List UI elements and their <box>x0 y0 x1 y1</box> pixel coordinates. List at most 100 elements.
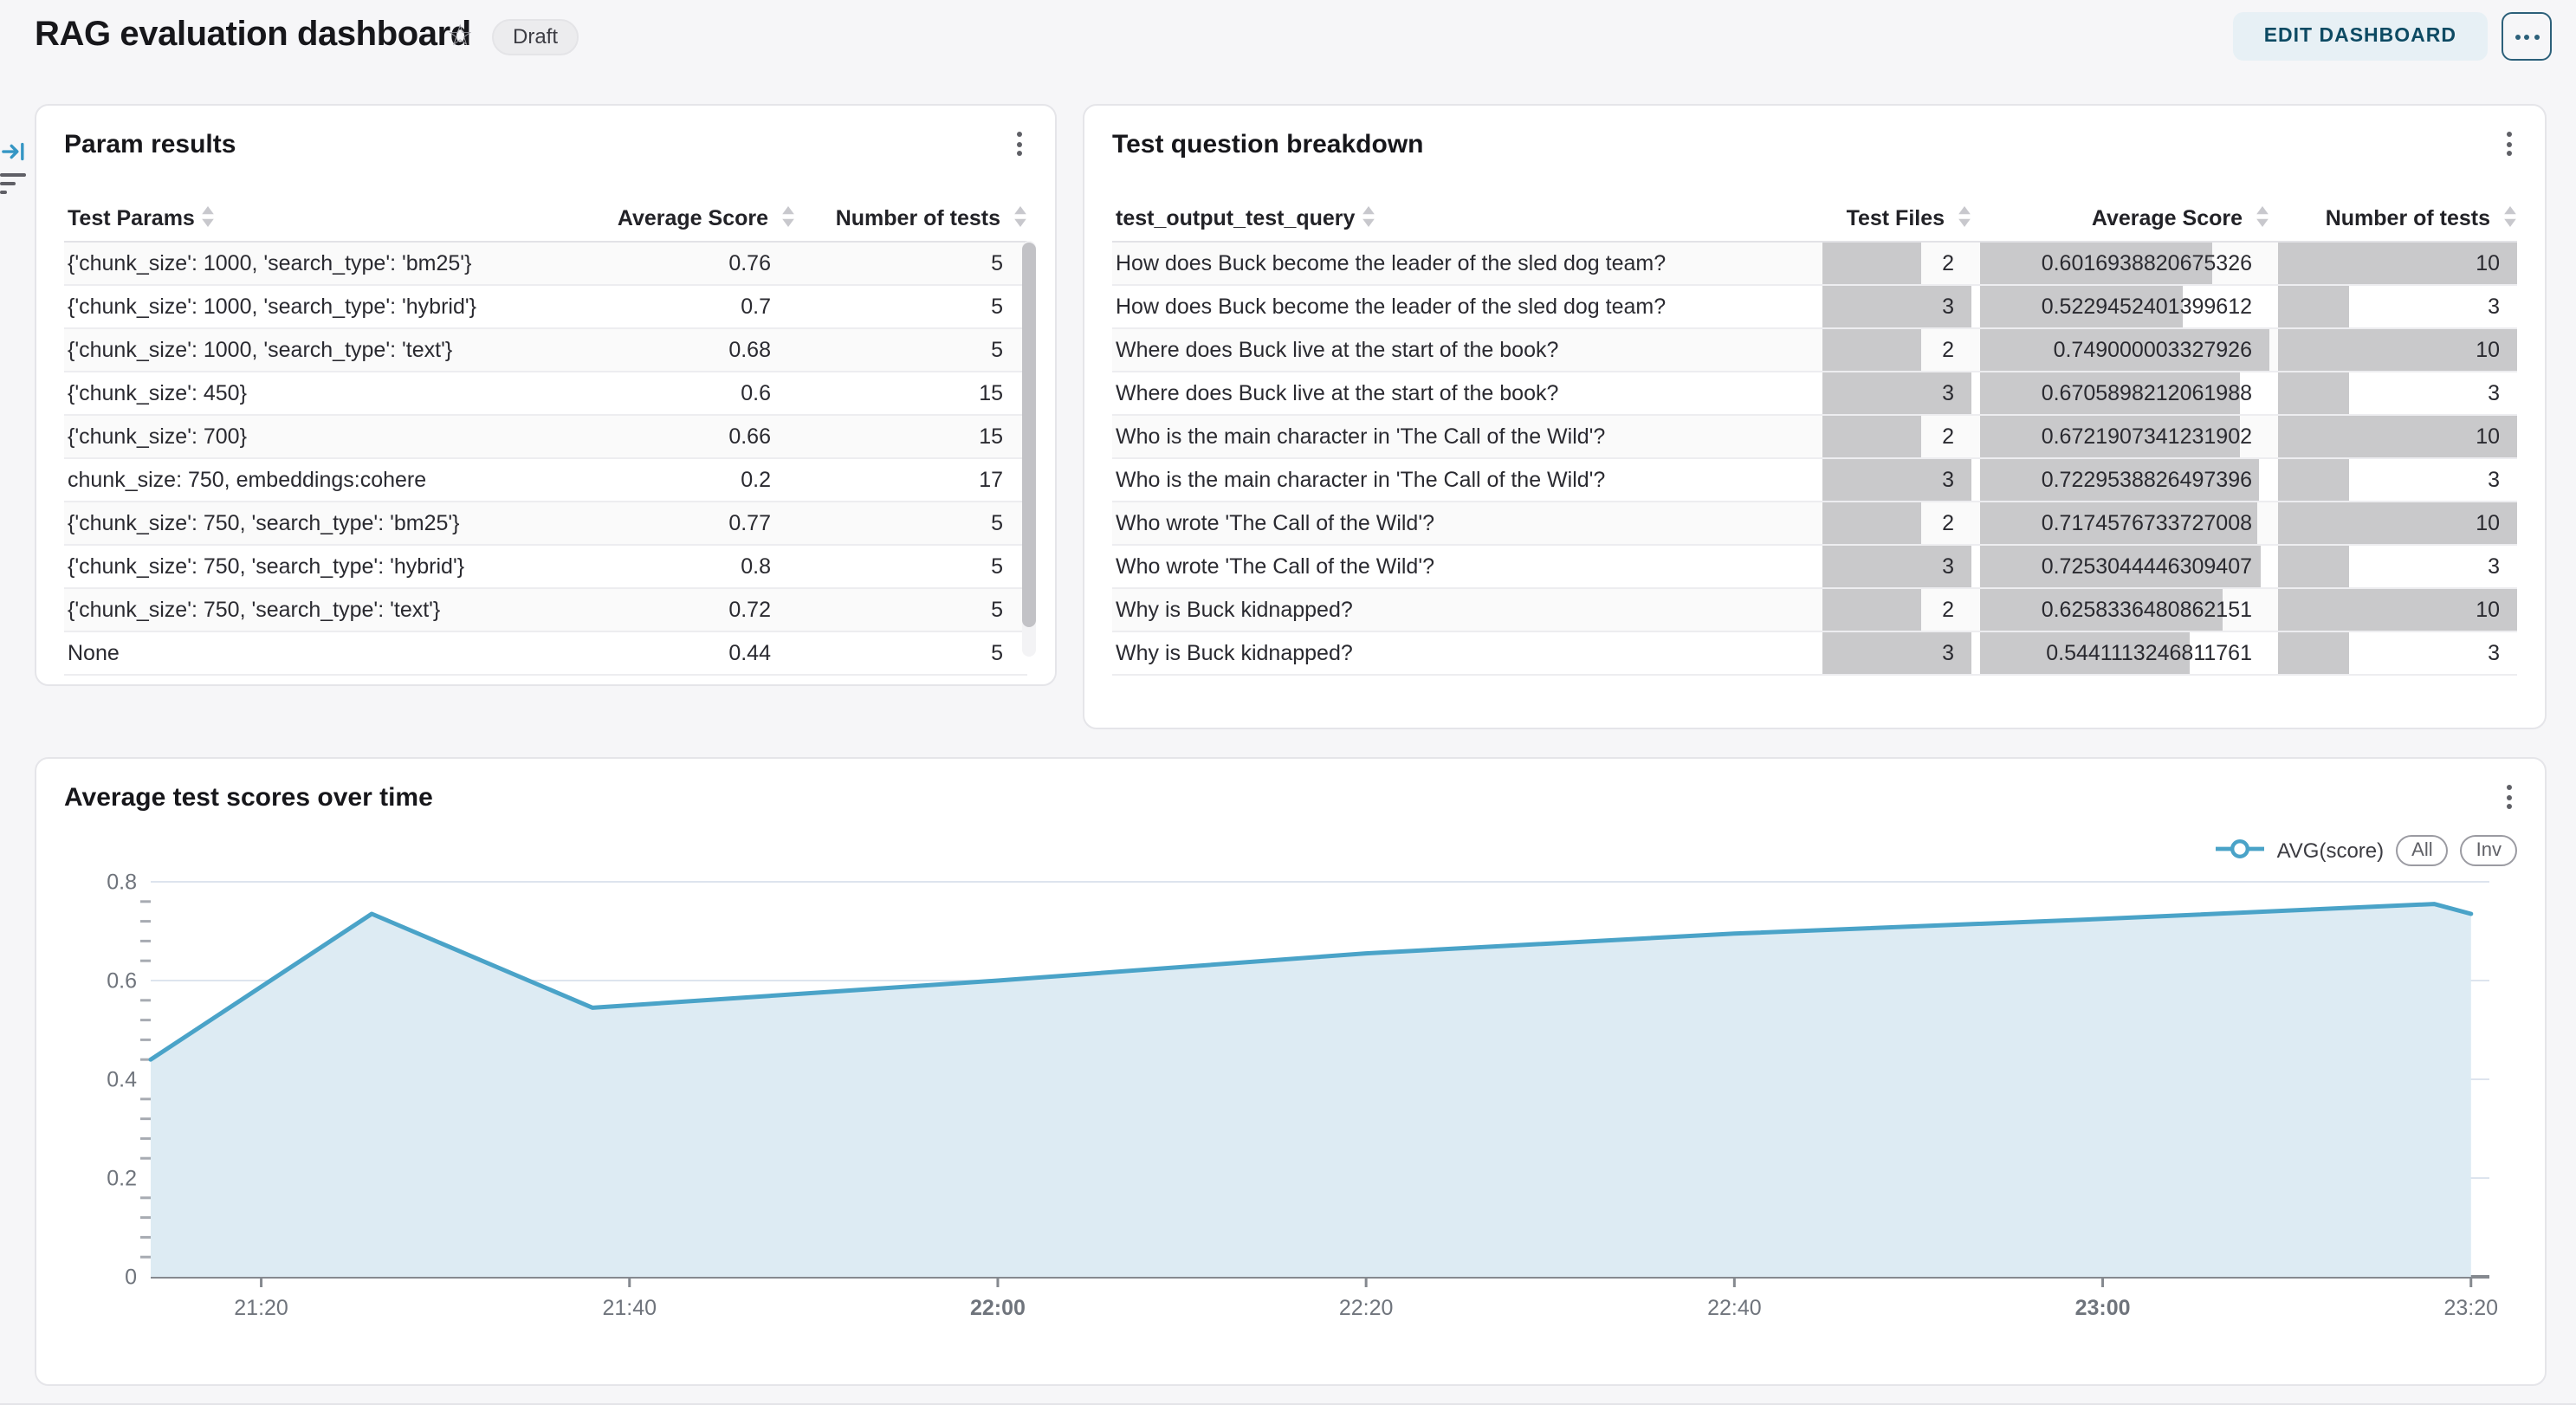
cell-value: 3 <box>2488 632 2500 674</box>
data-bar <box>1822 589 1922 631</box>
cell-value: 0.5441113246811761 <box>2046 632 2252 674</box>
number-of-tests-cell: 5 <box>795 554 1027 579</box>
cell-value: 0.7229538826497396 <box>2042 459 2252 501</box>
table-row: None0.445 <box>64 632 1027 676</box>
table-row: Why is Buck kidnapped?20.625833648086215… <box>1112 589 2517 632</box>
query-cell: Who is the main character in 'The Call o… <box>1112 468 1814 492</box>
data-bar <box>1822 329 1922 371</box>
test-files-cell: 3 <box>1822 632 1971 674</box>
number-of-tests-cell: 3 <box>2278 372 2517 414</box>
test-params-cell: {'chunk_size': 1000, 'search_type': 'hyb… <box>64 295 535 319</box>
kebab-menu-icon[interactable] <box>1005 128 1032 159</box>
cell-value: 0.6705898212061988 <box>2042 372 2252 414</box>
cell-value: 0.749000003327926 <box>2054 329 2252 371</box>
sort-icon <box>2256 205 2269 231</box>
column-header-test-params[interactable]: Test Params <box>64 205 535 231</box>
number-of-tests-cell: 15 <box>795 381 1027 405</box>
cell-value: 0.6258336480862151 <box>2042 589 2252 631</box>
question-breakdown-rows: How does Buck become the leader of the s… <box>1112 243 2517 676</box>
filter-icon[interactable] <box>0 173 28 197</box>
svg-text:22:40: 22:40 <box>1707 1296 1762 1320</box>
page-title: RAG evaluation dashboard <box>35 16 471 55</box>
expand-panel-icon[interactable] <box>2 139 28 173</box>
table-row: Where does Buck live at the start of the… <box>1112 329 2517 372</box>
column-header-number-of-tests[interactable]: Number of tests <box>795 205 1027 231</box>
average-score-cell: 0.44 <box>535 641 795 665</box>
column-header-query[interactable]: test_output_test_query <box>1112 205 1814 231</box>
table-row: Why is Buck kidnapped? 3 0.544111324681176… <box>1112 632 2517 676</box>
cell-value: 0.7174576733727008 <box>2042 502 2252 544</box>
param-results-rows: {'chunk_size': 1000, 'search_type': 'bm2… <box>64 243 1027 676</box>
query-cell: Where does Buck live at the start of the… <box>1112 338 1814 362</box>
average-score-cell: 0.8 <box>535 554 795 579</box>
more-options-button[interactable] <box>2502 12 2552 61</box>
average-score-cell: 0.7253044446309407 <box>1980 546 2269 587</box>
svg-text:0.2: 0.2 <box>107 1167 137 1191</box>
number-of-tests-cell: 17 <box>795 468 1027 492</box>
test-params-cell: {'chunk_size': 700} <box>64 424 535 449</box>
number-of-tests-cell: 5 <box>795 511 1027 535</box>
average-score-cell: 0.6705898212061988 <box>1980 372 2269 414</box>
number-of-tests-cell: 10 <box>2278 243 2517 284</box>
average-score-cell: 0.68 <box>535 338 795 362</box>
param-results-card: Param results Test Params Average Score <box>35 104 1057 686</box>
test-params-cell: None <box>64 641 535 665</box>
table-row: {'chunk_size': 1000, 'search_type': 'tex… <box>64 329 1027 372</box>
column-header-average-score[interactable]: Average Score <box>535 205 795 231</box>
number-of-tests-cell: 3 <box>2278 459 2517 501</box>
test-params-cell: {'chunk_size': 750, 'search_type': 'bm25… <box>64 511 535 535</box>
question-breakdown-card: Test question breakdown test_output_test… <box>1083 104 2547 729</box>
edit-dashboard-button[interactable]: EDIT DASHBOARD <box>2233 12 2488 61</box>
average-score-cell: 0.5229452401399612 <box>1980 286 2269 327</box>
number-of-tests-cell: 10 <box>2278 416 2517 457</box>
average-score-cell: 0.7174576733727008 <box>1980 502 2269 544</box>
query-cell: Who wrote 'The Call of the Wild'? <box>1112 511 1814 535</box>
dashboard-page: RAG evaluation dashboard ☆ Draft EDIT DA… <box>0 0 2576 1405</box>
data-bar <box>2278 546 2350 587</box>
table-row: Who is the main character in 'The Call o… <box>1112 459 2517 502</box>
test-files-cell: 3 <box>1822 372 1971 414</box>
query-cell: Why is Buck kidnapped? <box>1112 641 1814 665</box>
test-files-cell: 3 <box>1822 286 1971 327</box>
svg-text:21:40: 21:40 <box>602 1296 657 1320</box>
status-badge: Draft <box>492 19 579 55</box>
average-score-cell: 0.6016938820675326 <box>1980 243 2269 284</box>
favorite-star-icon[interactable]: ☆ <box>447 19 474 54</box>
table-scrollbar <box>1022 241 1036 657</box>
data-bar <box>2278 286 2350 327</box>
table-row: {'chunk_size': 750, 'search_type': 'hybr… <box>64 546 1027 589</box>
test-params-cell: {'chunk_size': 750, 'search_type': 'hybr… <box>64 554 535 579</box>
cell-value: 0.6016938820675326 <box>2042 243 2252 284</box>
column-header-number-of-tests[interactable]: Number of tests <box>2278 205 2517 231</box>
card-title: Average test scores over time <box>64 783 433 813</box>
column-header-average-score[interactable]: Average Score <box>1980 205 2269 231</box>
kebab-menu-icon[interactable] <box>2495 128 2522 159</box>
test-files-cell: 2 <box>1822 243 1971 284</box>
test-files-cell: 2 <box>1822 416 1971 457</box>
svg-text:21:20: 21:20 <box>234 1296 288 1320</box>
svg-text:0: 0 <box>125 1266 137 1290</box>
number-of-tests-cell: 10 <box>2278 589 2517 631</box>
test-params-cell: {'chunk_size': 1000, 'search_type': 'tex… <box>64 338 535 362</box>
scrollbar-thumb[interactable] <box>1022 243 1036 627</box>
column-header-test-files[interactable]: Test Files <box>1822 205 1971 231</box>
test-params-cell: {'chunk_size': 450} <box>64 381 535 405</box>
cell-value: 3 <box>1942 372 1954 414</box>
cell-value: 2 <box>1942 502 1954 544</box>
table-row: {'chunk_size': 450}0.615 <box>64 372 1027 416</box>
svg-text:22:20: 22:20 <box>1339 1296 1394 1320</box>
kebab-menu-icon[interactable] <box>2495 781 2522 813</box>
data-bar <box>1822 502 1922 544</box>
cell-value: 10 <box>2476 589 2500 631</box>
cell-value: 3 <box>1942 632 1954 674</box>
cell-value: 0.7253044446309407 <box>2042 546 2252 587</box>
sort-icon <box>781 205 795 231</box>
query-cell: How does Buck become the leader of the s… <box>1112 251 1814 275</box>
cell-value: 3 <box>2488 372 2500 414</box>
average-score-cell: 0.6721907341231902 <box>1980 416 2269 457</box>
table-header-row: test_output_test_query Test Files Averag… <box>1112 196 2517 243</box>
number-of-tests-cell: 15 <box>795 424 1027 449</box>
table-row: Where does Buck live at the start of the… <box>1112 372 2517 416</box>
number-of-tests-cell: 10 <box>2278 329 2517 371</box>
average-score-cell: 0.749000003327926 <box>1980 329 2269 371</box>
